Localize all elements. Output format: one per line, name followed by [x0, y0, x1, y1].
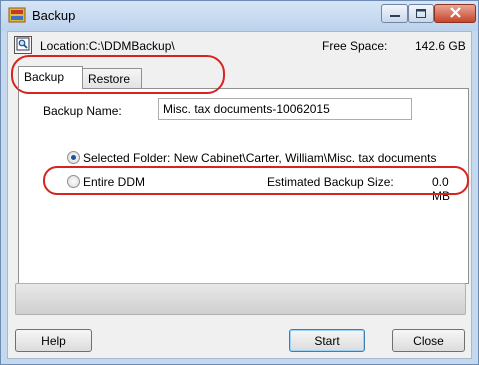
- dialog-body: Location:C:\DDMBackup\ Free Space: 142.6…: [7, 31, 472, 359]
- free-space-value: 142.6 GB: [415, 39, 466, 53]
- minimize-icon: [389, 7, 400, 21]
- backup-tab-panel: Backup Name: Selected Folder: New Cabine…: [18, 88, 469, 284]
- backup-window: Backup Location:C:\DDMBackup\ Free Space…: [0, 0, 479, 365]
- minimize-button[interactable]: [381, 4, 408, 23]
- maximize-icon: [416, 7, 426, 21]
- tab-backup-label: Backup: [24, 70, 65, 84]
- selected-folder-radio[interactable]: [67, 151, 80, 164]
- tab-restore-label: Restore: [88, 72, 131, 86]
- backup-name-label: Backup Name:: [43, 104, 122, 118]
- backup-progress-bar: [15, 283, 466, 315]
- location-browse-icon: [16, 37, 30, 54]
- location-browse-button[interactable]: [14, 36, 32, 54]
- entire-ddm-label[interactable]: Entire DDM: [83, 175, 145, 189]
- radio-selected-dot: [71, 155, 76, 160]
- window-title: Backup: [32, 8, 76, 23]
- start-button[interactable]: Start: [289, 329, 365, 352]
- tab-backup[interactable]: Backup: [18, 66, 83, 89]
- entire-ddm-radio[interactable]: [67, 175, 80, 188]
- free-space-label: Free Space:: [322, 39, 388, 53]
- title-bar[interactable]: Backup: [1, 1, 478, 31]
- estimated-size-label: Estimated Backup Size:: [267, 175, 394, 189]
- backup-app-icon: [8, 7, 26, 23]
- help-button[interactable]: Help: [15, 329, 92, 352]
- close-icon: [449, 6, 461, 21]
- close-button[interactable]: Close: [392, 329, 465, 352]
- location-label: Location:C:\DDMBackup\: [40, 39, 175, 53]
- close-window-button[interactable]: [434, 4, 476, 23]
- backup-name-input[interactable]: [158, 98, 412, 120]
- maximize-button[interactable]: [408, 4, 434, 23]
- tab-restore[interactable]: Restore: [82, 68, 142, 89]
- selected-folder-label[interactable]: Selected Folder: New Cabinet\Carter, Wil…: [83, 151, 436, 165]
- estimated-size-value: 0.0 MB: [432, 175, 450, 203]
